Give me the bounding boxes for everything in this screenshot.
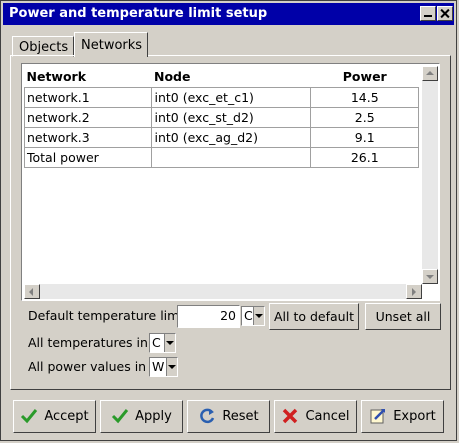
export-label: Export — [393, 409, 436, 424]
power-cell[interactable]: 14.5 — [310, 87, 419, 108]
all-power-unit-value: W — [152, 359, 165, 374]
node-cell[interactable]: int0 (exc_st_d2) — [151, 107, 312, 128]
total-power-value: 26.1 — [310, 147, 419, 168]
cancel-label: Cancel — [305, 409, 350, 424]
export-icon — [370, 408, 386, 423]
tab-objects[interactable]: Objects — [12, 36, 74, 57]
all-temperatures-unit-select[interactable]: C — [149, 333, 176, 353]
total-node-cell — [151, 147, 312, 168]
power-cell[interactable]: 9.1 — [310, 127, 419, 148]
accept-button[interactable]: Accept — [13, 400, 96, 433]
refresh-icon — [200, 408, 215, 423]
default-temperature-unit-value: C — [244, 308, 253, 323]
arrow-down-icon — [426, 275, 434, 279]
network-cell[interactable]: network.3 — [23, 127, 153, 148]
checkmark-icon — [112, 408, 129, 423]
scroll-down-button[interactable] — [422, 269, 438, 284]
apply-label: Apply — [135, 409, 172, 424]
chevron-down-icon — [253, 307, 264, 325]
table-row[interactable]: network.1 int0 (exc_et_c1) 14.5 — [23, 87, 419, 108]
chevron-down-icon — [164, 334, 175, 352]
power-cell[interactable]: 2.5 — [310, 107, 419, 128]
table-row[interactable]: network.3 int0 (exc_ag_d2) 9.1 — [23, 127, 419, 148]
cross-icon — [283, 408, 298, 423]
arrow-right-icon — [412, 288, 416, 296]
all-temperatures-label: All temperatures in — [28, 335, 148, 350]
table-header-row: Network Node Power — [25, 66, 419, 88]
cancel-button[interactable]: Cancel — [274, 400, 357, 433]
table-row[interactable]: network.2 int0 (exc_st_d2) 2.5 — [23, 107, 419, 128]
horizontal-scrollbar[interactable] — [24, 284, 422, 299]
scroll-left-button[interactable] — [24, 284, 40, 299]
all-power-unit-select[interactable]: W — [149, 357, 178, 377]
unset-all-button[interactable]: Unset all — [365, 303, 441, 330]
column-header-power[interactable]: Power — [311, 66, 419, 88]
column-header-network[interactable]: Network — [25, 66, 152, 88]
column-header-node[interactable]: Node — [152, 66, 311, 88]
network-cell[interactable]: network.2 — [23, 107, 153, 128]
power-table: Network Node Power network.1 int0 (exc_e… — [23, 66, 419, 168]
checkmark-icon — [21, 408, 38, 423]
accept-label: Accept — [44, 409, 89, 424]
chevron-down-icon — [166, 358, 177, 376]
reset-label: Reset — [222, 409, 259, 424]
vertical-scrollbar[interactable] — [422, 66, 438, 284]
window-title: Power and temperature limit setup — [9, 6, 268, 21]
all-power-values-label: All power values in — [28, 359, 147, 374]
apply-button[interactable]: Apply — [100, 400, 183, 433]
tab-networks[interactable]: Networks — [74, 32, 148, 57]
scroll-right-button[interactable] — [406, 284, 422, 299]
arrow-left-icon — [29, 288, 33, 296]
default-temperature-unit-select[interactable]: C — [241, 306, 265, 326]
arrow-up-icon — [426, 71, 434, 75]
close-button[interactable] — [437, 6, 453, 21]
total-label: Total power — [23, 147, 153, 168]
node-cell[interactable]: int0 (exc_ag_d2) — [151, 127, 312, 148]
total-row: Total power 26.1 — [23, 147, 419, 168]
node-cell[interactable]: int0 (exc_et_c1) — [151, 87, 312, 108]
all-to-default-button[interactable]: All to default — [269, 303, 359, 330]
network-cell[interactable]: network.1 — [23, 87, 153, 108]
networks-table: Network Node Power network.1 int0 (exc_e… — [21, 63, 440, 301]
title-bar[interactable]: Power and temperature limit setup — [3, 3, 454, 25]
dialog-window: Power and temperature limit setup Object… — [0, 0, 457, 441]
default-temperature-label: Default temperature limit — [28, 308, 188, 323]
scroll-up-button[interactable] — [422, 66, 438, 81]
minimize-button[interactable] — [420, 6, 436, 21]
all-temperatures-unit-value: C — [152, 335, 161, 350]
reset-button[interactable]: Reset — [187, 400, 270, 433]
default-temperature-input[interactable]: 20 — [177, 305, 240, 328]
export-button[interactable]: Export — [361, 400, 444, 433]
